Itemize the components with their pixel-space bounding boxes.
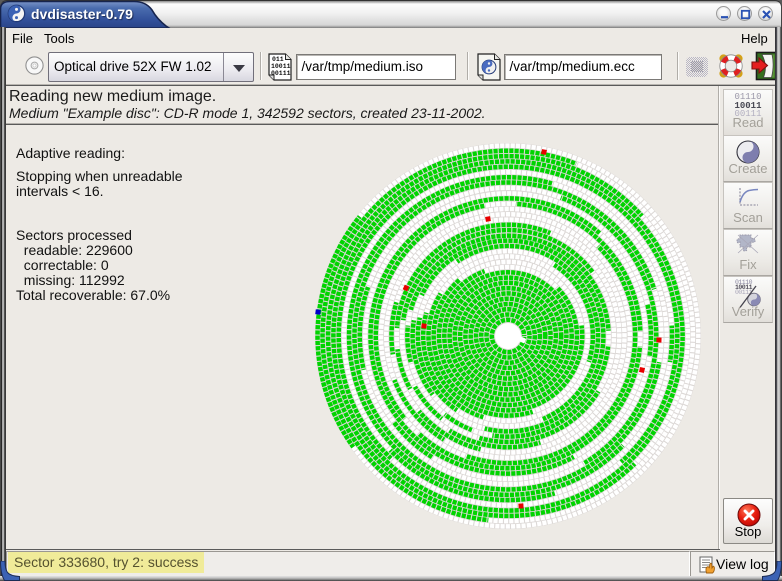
svg-text:10011: 10011 <box>271 63 291 70</box>
svg-text:011: 011 <box>272 56 284 63</box>
svg-text:00111: 00111 <box>271 70 291 77</box>
